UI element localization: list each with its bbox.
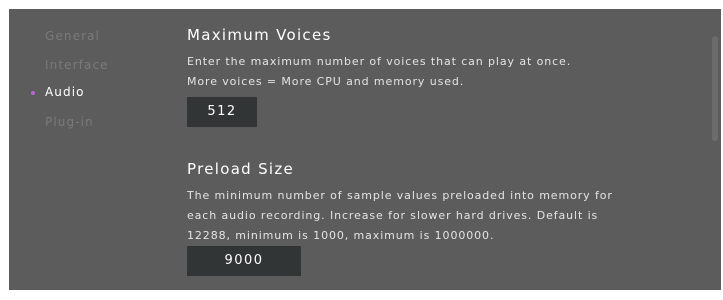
settings-content: Maximum Voices Enter the maximum number … <box>187 9 697 290</box>
vertical-scrollbar[interactable] <box>711 9 719 290</box>
preload-size-description-line: each audio recording. Increase for slowe… <box>187 209 599 222</box>
preload-size-description-line: 12288, minimum is 1000, maximum is 10000… <box>187 229 495 242</box>
active-indicator-dot <box>31 91 35 95</box>
sidebar-item-plug-in[interactable]: Plug-in <box>45 115 94 129</box>
sidebar-item-interface[interactable]: Interface <box>45 58 109 72</box>
maximum-voices-description-line: More voices = More CPU and memory used. <box>187 75 465 88</box>
preload-size-description-line: The minimum number of sample values prel… <box>187 189 613 202</box>
settings-window: General Interface Audio Plug-in Maximum … <box>0 0 723 300</box>
maximum-voices-description: Enter the maximum number of voices that … <box>187 52 571 92</box>
sidebar-item-general[interactable]: General <box>45 29 100 43</box>
maximum-voices-input[interactable]: 512 <box>187 97 257 127</box>
maximum-voices-title: Maximum Voices <box>187 26 332 44</box>
preload-size-input[interactable]: 9000 <box>187 246 301 276</box>
scrollbar-thumb[interactable] <box>712 36 718 141</box>
settings-sidebar: General Interface Audio Plug-in <box>9 9 169 290</box>
preload-size-description: The minimum number of sample values prel… <box>187 186 613 246</box>
preload-size-title: Preload Size <box>187 160 295 178</box>
maximum-voices-description-line: Enter the maximum number of voices that … <box>187 55 572 68</box>
sidebar-item-audio[interactable]: Audio <box>45 85 85 99</box>
